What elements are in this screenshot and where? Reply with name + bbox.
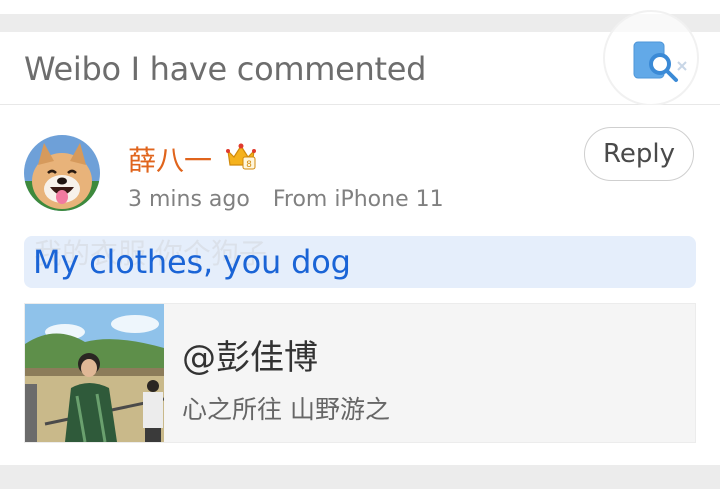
username[interactable]: 薛八一	[128, 139, 212, 179]
comment-source: From iPhone 11	[272, 187, 444, 212]
comment-item: 薛八一 8 3 mins ago From iPhone 11 Reply 我的…	[0, 105, 720, 465]
quoted-weibo-text: 心之所往 山野游之	[182, 395, 390, 424]
crown-icon: 8	[226, 143, 256, 170]
quoted-weibo-card[interactable]: @彭佳博 心之所往 山野游之	[24, 303, 696, 443]
page-title: Weibo I have commented	[24, 50, 427, 88]
svg-text:8: 8	[246, 160, 252, 170]
search-icon[interactable]	[632, 40, 688, 84]
comment-meta: 3 mins ago From iPhone 11	[128, 187, 460, 212]
quoted-weibo-thumbnail	[25, 304, 164, 442]
translated-comment-text: My clothes, you dog	[33, 243, 351, 281]
comment-time: 3 mins ago	[128, 187, 250, 212]
section-divider-bottom	[0, 465, 720, 489]
top-spacer	[0, 0, 720, 14]
reply-button[interactable]: Reply	[584, 127, 694, 181]
quoted-weibo-user[interactable]: @彭佳博	[182, 330, 318, 379]
avatar[interactable]	[24, 135, 100, 211]
translated-comment[interactable]: 我的衣服 你个狗子 My clothes, you dog	[24, 236, 696, 288]
